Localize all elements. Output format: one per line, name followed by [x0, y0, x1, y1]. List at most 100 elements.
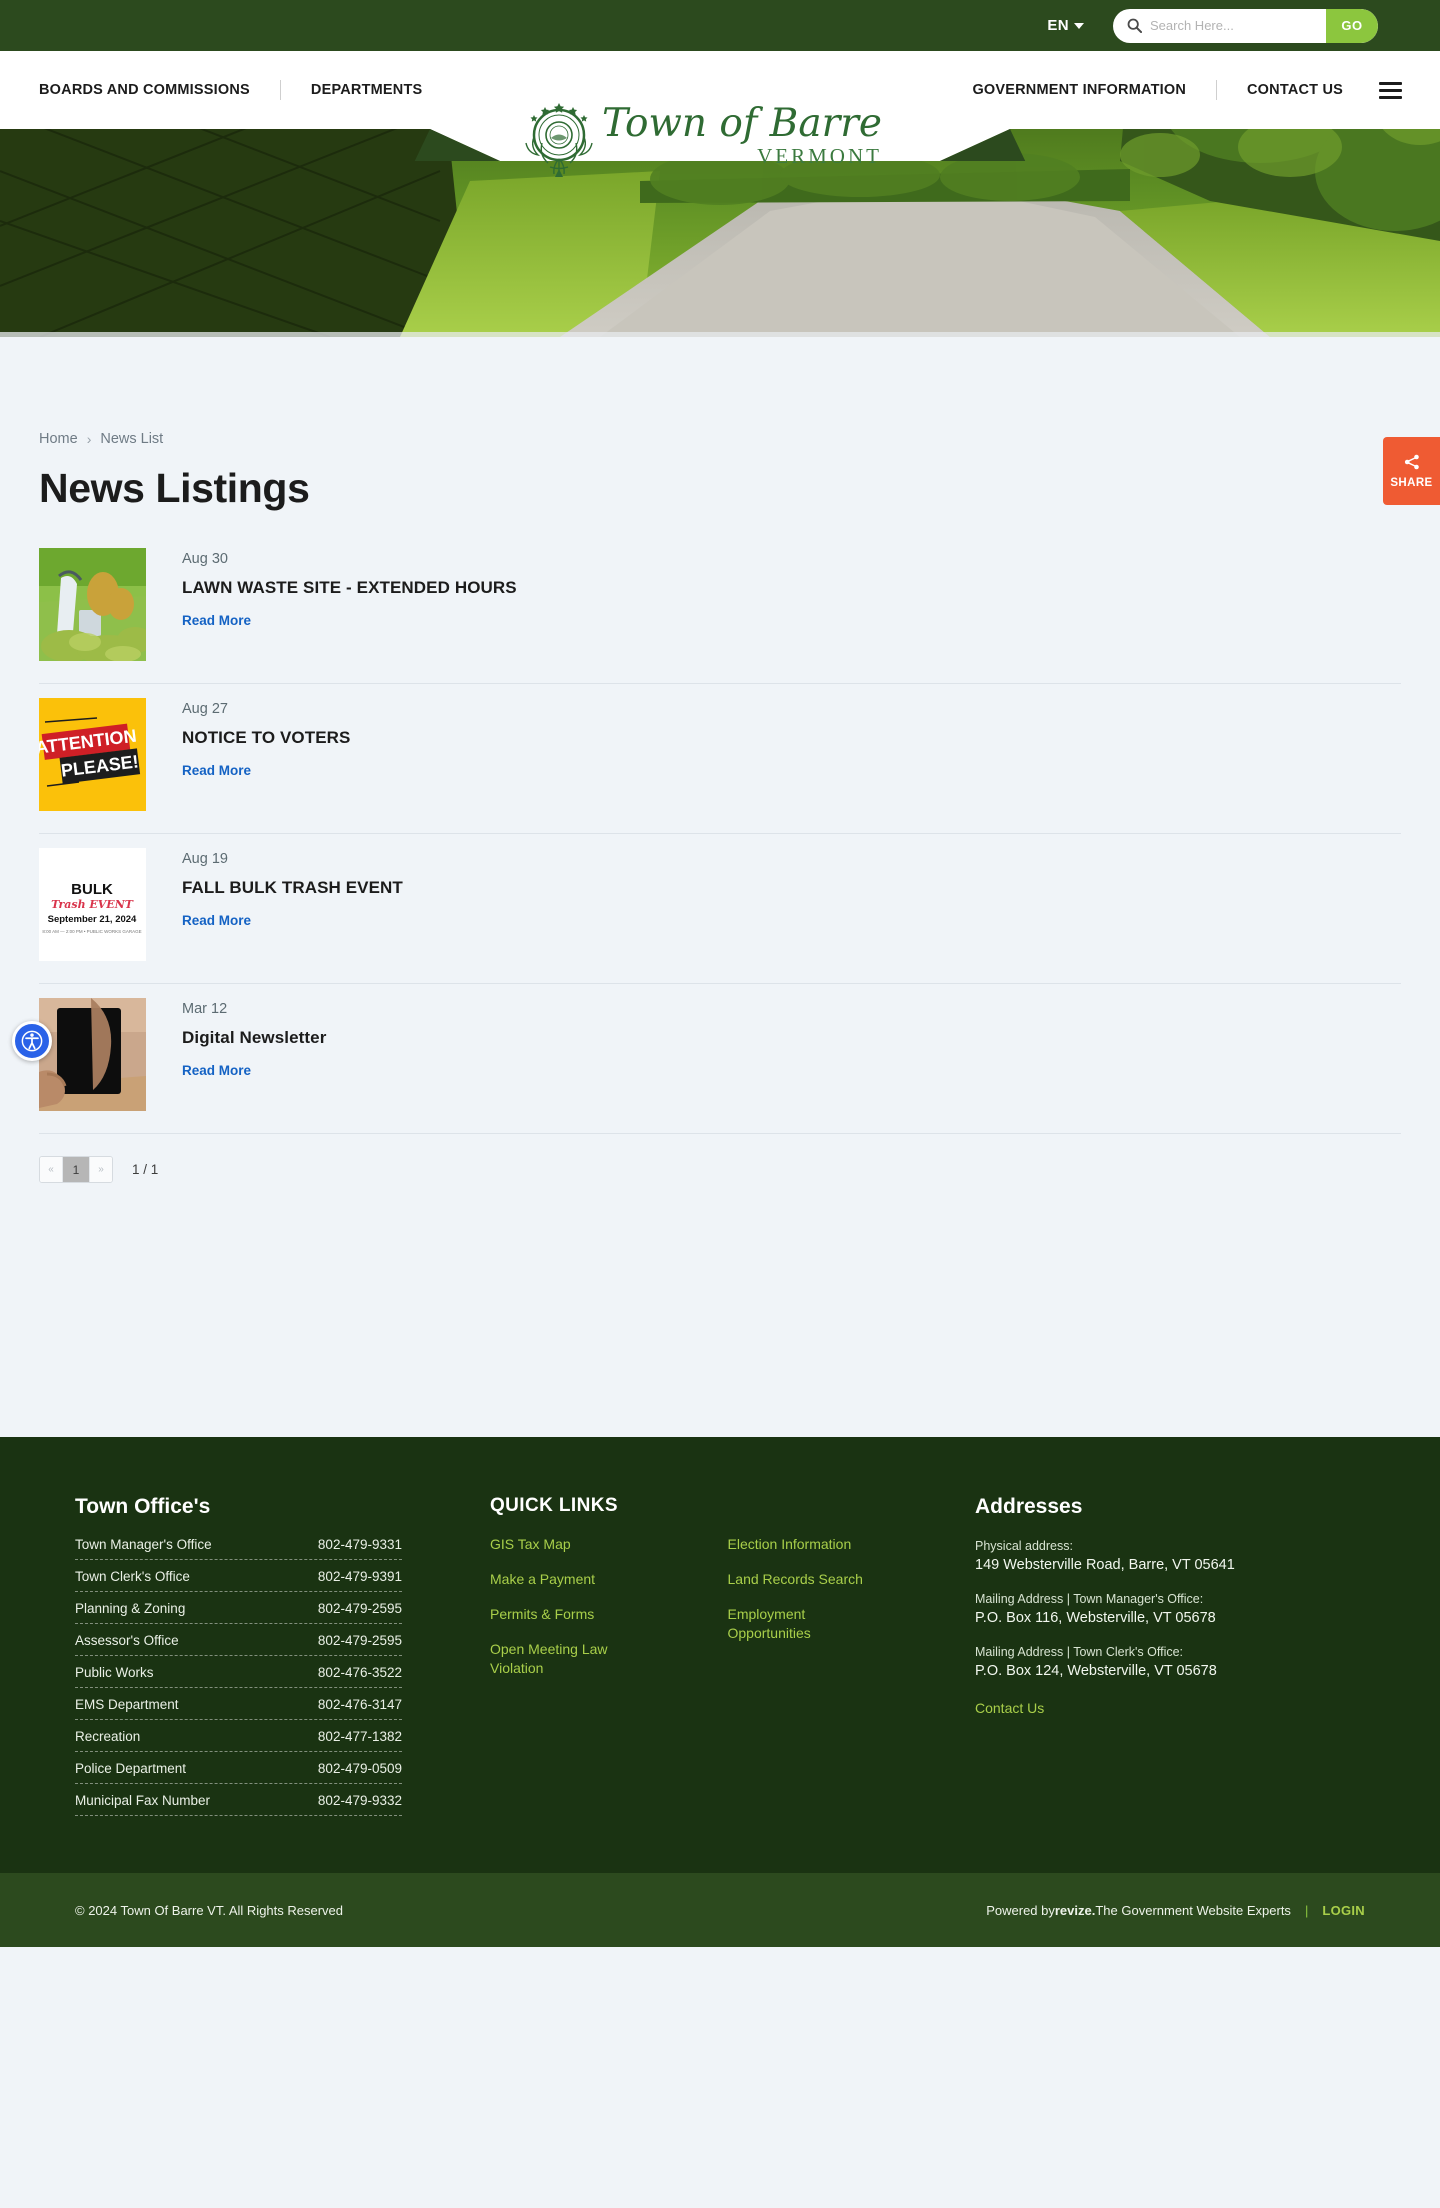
- news-list-item[interactable]: Mar 12 Digital Newsletter Read More: [39, 984, 1401, 1134]
- office-phone: 802-479-9331: [317, 1537, 402, 1552]
- hamburger-menu-icon[interactable]: [1379, 81, 1402, 99]
- site-logo[interactable]: Town of Barre VERMONT: [520, 95, 882, 179]
- news-list-item[interactable]: ATTENTION PLEASE! Aug 27 NOTICE TO VOTER…: [39, 684, 1401, 834]
- read-more-link[interactable]: Read More: [182, 1063, 251, 1078]
- address-block: Mailing Address | Town Clerk's Office: P…: [975, 1643, 1365, 1682]
- pagination-prev-button[interactable]: «: [40, 1157, 63, 1182]
- content-container: Home › News List News Listings Aug 30 LA…: [0, 337, 1440, 1273]
- chevron-down-icon: [1074, 22, 1084, 29]
- quick-link-election-information[interactable]: Election Information: [728, 1535, 878, 1554]
- top-utility-bar: EN GO: [0, 0, 1440, 51]
- address-value: P.O. Box 124, Websterville, VT 05678: [975, 1663, 1217, 1680]
- nav-right-group: GOVERNMENT INFORMATION CONTACT US: [972, 80, 1402, 100]
- office-name: EMS Department: [75, 1697, 179, 1712]
- office-row[interactable]: Municipal Fax Number 802-479-9332: [75, 1793, 402, 1816]
- nav-item-government-information[interactable]: GOVERNMENT INFORMATION: [972, 82, 1186, 98]
- breadcrumb-home[interactable]: Home: [39, 431, 78, 447]
- news-list-item[interactable]: BULK Trash EVENT September 21, 2024 8:00…: [39, 834, 1401, 984]
- share-button[interactable]: SHARE: [1383, 437, 1440, 505]
- footer-bottom-bar: © 2024 Town Of Barre VT. All Rights Rese…: [0, 1873, 1440, 1947]
- news-thumbnail[interactable]: BULK Trash EVENT September 21, 2024 8:00…: [39, 848, 146, 961]
- news-list-item[interactable]: Aug 30 LAWN WASTE SITE - EXTENDED HOURS …: [39, 534, 1401, 684]
- read-more-link[interactable]: Read More: [182, 763, 251, 778]
- news-thumbnail[interactable]: [39, 548, 146, 661]
- office-name: Municipal Fax Number: [75, 1793, 211, 1808]
- nav-item-contact-us[interactable]: CONTACT US: [1247, 82, 1343, 98]
- news-title: LAWN WASTE SITE - EXTENDED HOURS: [182, 578, 517, 597]
- footer-heading-quick-links: QUICK LINKS: [490, 1495, 618, 1516]
- read-more-link[interactable]: Read More: [182, 913, 251, 928]
- read-more-link[interactable]: Read More: [182, 613, 251, 628]
- office-name: Police Department: [75, 1761, 187, 1776]
- breadcrumb: Home › News List: [39, 337, 1401, 447]
- quick-link-land-records-search[interactable]: Land Records Search: [728, 1570, 878, 1589]
- main-nav-panel: BOARDS AND COMMISSIONS DEPARTMENTS GOVER…: [0, 51, 1440, 177]
- news-thumbnail[interactable]: ATTENTION PLEASE!: [39, 698, 146, 811]
- news-date: Aug 30: [182, 551, 228, 567]
- office-name: Planning & Zoning: [75, 1601, 186, 1616]
- pagination-counter: 1 / 1: [132, 1162, 159, 1177]
- office-row[interactable]: EMS Department 802-476-3147: [75, 1697, 402, 1720]
- news-thumbnail[interactable]: [39, 998, 146, 1111]
- logo-subtitle: VERMONT: [757, 143, 882, 168]
- pagination-page-1[interactable]: 1: [63, 1157, 89, 1182]
- language-selector[interactable]: EN: [1047, 17, 1084, 34]
- logo-title: Town of Barre: [602, 101, 882, 147]
- news-title: Digital Newsletter: [182, 1028, 327, 1047]
- office-row[interactable]: Planning & Zoning 802-479-2595: [75, 1601, 402, 1624]
- office-row[interactable]: Assessor's Office 802-479-2595: [75, 1633, 402, 1656]
- nav-item-boards-and-commissions[interactable]: BOARDS AND COMMISSIONS: [39, 82, 250, 98]
- news-title: NOTICE TO VOTERS: [182, 728, 351, 747]
- language-label: EN: [1047, 17, 1069, 34]
- svg-text:September 21, 2024: September 21, 2024: [48, 914, 137, 925]
- login-link[interactable]: LOGIN: [1322, 1903, 1365, 1918]
- quick-link-open-meeting-law-violation[interactable]: Open Meeting Law Violation: [490, 1640, 640, 1678]
- office-row[interactable]: Recreation 802-477-1382: [75, 1729, 402, 1752]
- attention-please-graphic: ATTENTION PLEASE!: [39, 698, 146, 811]
- footer-column-quick-links: QUICK LINKS GIS Tax Map Make a Payment P…: [475, 1495, 965, 1825]
- search-box[interactable]: GO: [1113, 8, 1378, 43]
- nav-divider: [1216, 80, 1218, 100]
- powered-brand[interactable]: revize.: [1055, 1903, 1095, 1918]
- address-label: Mailing Address | Town Manager's Office:: [975, 1592, 1204, 1607]
- news-title: FALL BULK TRASH EVENT: [182, 878, 403, 897]
- logo-text: Town of Barre VERMONT: [602, 101, 882, 168]
- accessibility-icon: [21, 1030, 43, 1052]
- search-input[interactable]: [1142, 18, 1326, 33]
- office-row[interactable]: Public Works 802-476-3522: [75, 1665, 402, 1688]
- pagination-next-button[interactable]: »: [89, 1157, 112, 1182]
- site-footer: Town Office's Town Manager's Office 802-…: [0, 1437, 1440, 1947]
- nav-item-departments[interactable]: DEPARTMENTS: [311, 82, 423, 98]
- main-content: Home › News List News Listings Aug 30 LA…: [0, 337, 1440, 1437]
- footer-column-addresses: Addresses Physical address: 149 Websterv…: [965, 1495, 1365, 1825]
- quick-link-make-a-payment[interactable]: Make a Payment: [490, 1570, 640, 1589]
- quick-link-gis-tax-map[interactable]: GIS Tax Map: [490, 1535, 640, 1554]
- office-phone: 802-476-3522: [317, 1665, 402, 1680]
- bulk-trash-flyer: BULK Trash EVENT September 21, 2024 8:00…: [39, 848, 146, 961]
- footer-contact-us-link[interactable]: Contact Us: [975, 1700, 1044, 1716]
- office-row[interactable]: Town Manager's Office 802-479-9331: [75, 1537, 402, 1560]
- breadcrumb-separator: ›: [86, 431, 92, 447]
- news-date: Mar 12: [182, 1001, 228, 1017]
- office-row[interactable]: Police Department 802-479-0509: [75, 1761, 402, 1784]
- svg-text:8:00 AM — 2:00 PM • PUBLIC W: 8:00 AM — 2:00 PM • PUBLIC WORKS GARAGE: [42, 929, 141, 934]
- quick-links-grid: GIS Tax Map Make a Payment Permits & For…: [490, 1535, 965, 1693]
- address-value: P.O. Box 116, Websterville, VT 05678: [975, 1610, 1216, 1627]
- search-icon: [1127, 18, 1142, 33]
- quick-link-permits-and-forms[interactable]: Permits & Forms: [490, 1605, 640, 1624]
- office-phone: 802-479-9332: [317, 1793, 402, 1808]
- pagination-group: « 1 »: [39, 1156, 113, 1183]
- quick-link-employment-opportunities[interactable]: Employment Opportunities: [728, 1605, 878, 1643]
- office-row[interactable]: Town Clerk's Office 802-479-9391: [75, 1569, 402, 1592]
- search-go-button[interactable]: GO: [1326, 8, 1378, 43]
- news-date: Aug 19: [182, 851, 228, 867]
- powered-by: Powered by revize. The Government Websit…: [986, 1903, 1365, 1918]
- footer-separator: |: [1304, 1902, 1309, 1918]
- office-phone: 802-479-9391: [317, 1569, 402, 1584]
- accessibility-widget-button[interactable]: [12, 1021, 52, 1061]
- town-seal-icon: [525, 103, 593, 177]
- nav-divider: [279, 80, 281, 100]
- address-label: Mailing Address | Town Clerk's Office:: [975, 1645, 1184, 1660]
- footer-heading-offices: Town Office's: [75, 1495, 211, 1518]
- news-body: Aug 30 LAWN WASTE SITE - EXTENDED HOURS …: [182, 548, 517, 661]
